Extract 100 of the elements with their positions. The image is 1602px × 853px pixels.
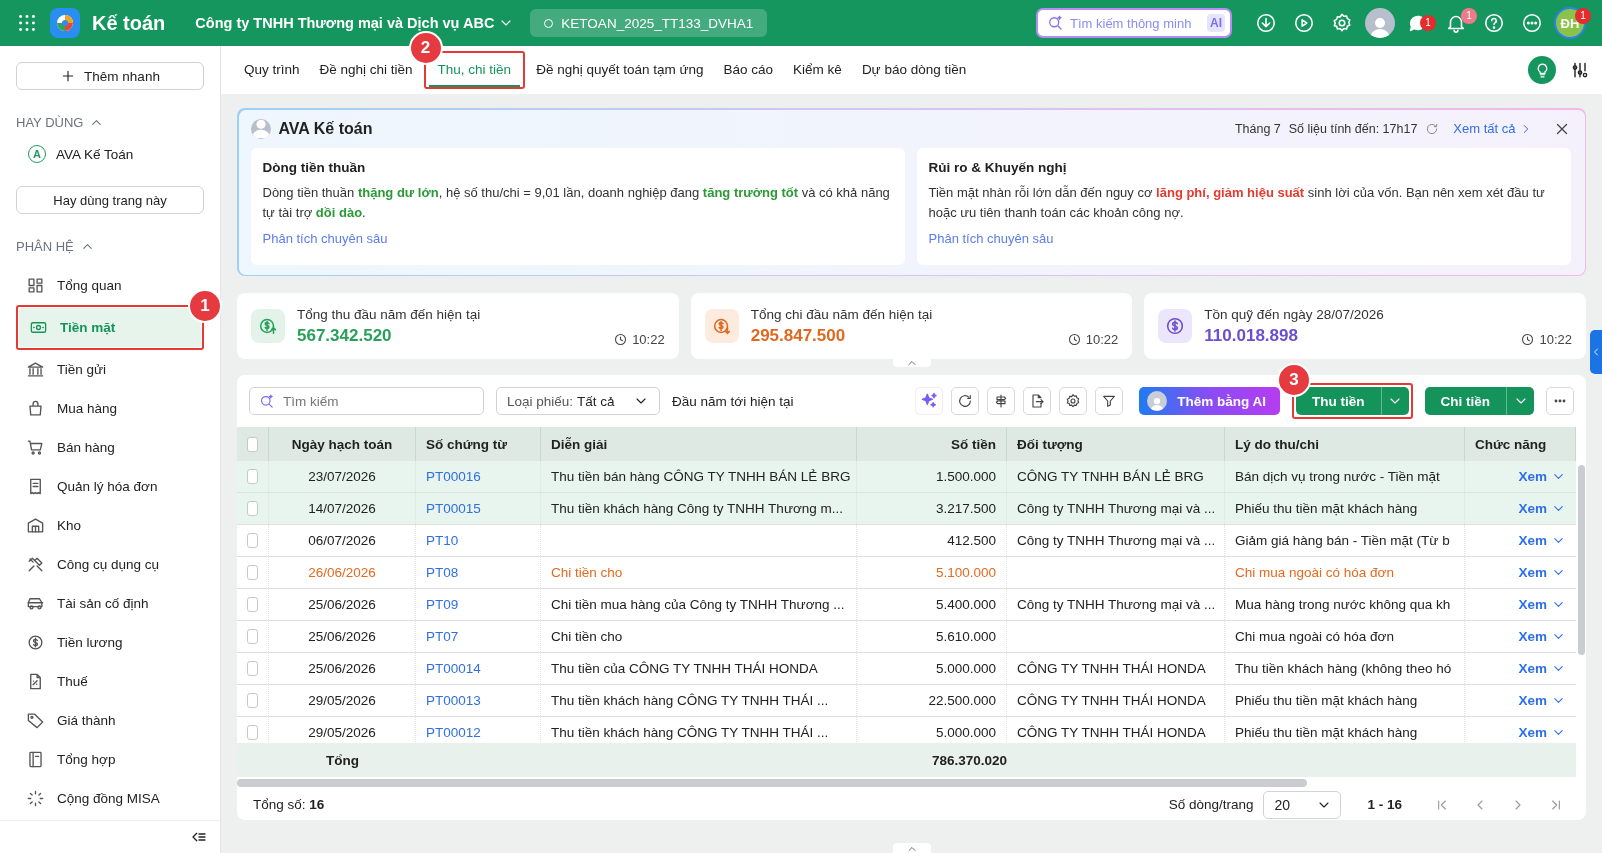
table-cell: Bán dịch vụ trong nước - Tiền mặt	[1225, 461, 1465, 492]
side-panel-toggle[interactable]	[1590, 330, 1602, 374]
search-icon	[1046, 14, 1064, 32]
view-all-link[interactable]: Xem tất cả	[1453, 121, 1533, 136]
search-field[interactable]: Tìm kiếm	[249, 387, 484, 415]
total-count: Tổng số: 16	[253, 797, 325, 812]
quick-add-button[interactable]: Thêm nhanh	[16, 62, 204, 90]
view-button[interactable]: Xem	[1518, 597, 1566, 612]
sidebar-item[interactable]: Tiền mặt	[19, 308, 201, 347]
tab[interactable]: Báo cáo	[714, 53, 783, 87]
row-checkbox[interactable]	[247, 597, 258, 612]
pay-button[interactable]: Chi tiền	[1424, 387, 1506, 415]
page-size-select[interactable]: 20	[1263, 790, 1342, 819]
sidebar-item[interactable]: Kho	[16, 506, 92, 545]
voucher-type-dropdown[interactable]: Loại phiếu: Tất cả	[496, 387, 660, 415]
voucher-link[interactable]: PT00013	[416, 685, 541, 716]
tab[interactable]: Đề nghị quyết toán tạm ứng	[527, 53, 713, 87]
smart-search-field[interactable]: Tìm kiếm thông minh AI	[1036, 8, 1232, 38]
row-checkbox[interactable]	[247, 725, 258, 740]
chat-button[interactable]: 1	[1400, 5, 1436, 41]
database-chip[interactable]: KETOAN_2025_TT133_DVHA1	[530, 9, 768, 37]
tab[interactable]: Kiểm kê	[784, 53, 851, 87]
analysis-link[interactable]: Phân tích chuyên sâu	[928, 230, 1054, 246]
voucher-link[interactable]: PT07	[416, 621, 541, 652]
view-button[interactable]: Xem	[1518, 693, 1566, 708]
table-row[interactable]: 29/05/2026 PT00013 Thu tiền khách hàng CÔNG TY TNHH THÁI ... 22.500.000 CÔNG TY TNHH THÁI HONDA Phiếu thu tiền mặt khách hàng Xem	[237, 685, 1576, 717]
table-cell: 412.500	[857, 525, 1007, 556]
vertical-scrollbar[interactable]	[1577, 465, 1585, 655]
receive-button[interactable]: Thu tiền	[1296, 387, 1381, 415]
view-button[interactable]: Xem	[1518, 661, 1566, 676]
table-row[interactable]: 25/06/2026 PT07 Chi tiền cho 5.610.000 Chi mua ngoài có hóa đơn Xem	[237, 621, 1576, 653]
voucher-link[interactable]: PT00015	[416, 493, 541, 524]
sidebar-item[interactable]: Cộng đồng MISA	[16, 779, 170, 818]
sidebar-item[interactable]: Mua hàng	[16, 389, 128, 428]
row-checkbox[interactable]	[247, 501, 258, 516]
table-row[interactable]: 06/07/2026 PT10 412.500 Công ty TNHH Thương mại và ... Giảm giá hàng bán - Tiền mặt (Từ b Xem	[237, 525, 1576, 557]
sidebar-item[interactable]: Giá thành	[16, 701, 126, 740]
voucher-link[interactable]: PT08	[416, 557, 541, 588]
export-button[interactable]	[1023, 387, 1052, 415]
sidebar-item[interactable]: Tổng quan	[16, 266, 132, 305]
pin-page-button[interactable]: Hay dùng trang này	[16, 186, 204, 214]
sidebar-item[interactable]: Công cụ dụng cụ	[16, 545, 170, 584]
voucher-link[interactable]: PT00014	[416, 653, 541, 684]
tips-button[interactable]	[1528, 56, 1556, 84]
voucher-link[interactable]: PT10	[416, 525, 541, 556]
view-button[interactable]: Xem	[1518, 629, 1566, 644]
table-row[interactable]: 23/07/2026 PT00016 Thu tiền bán hàng CÔNG TY TNHH BÁN LẺ BRG 1.500.000 CÔNG TY TNHH BÁN LẺ BRG Bán dịch vụ trong nước - Tiền mặt Xem	[237, 461, 1576, 493]
analysis-link[interactable]: Phân tích chuyên sâu	[262, 230, 388, 246]
settings-button[interactable]	[1059, 387, 1088, 415]
sidebar-item[interactable]: Quản lý hóa đơn	[16, 467, 168, 506]
ai-assist-button[interactable]	[915, 387, 944, 415]
sidebar-item[interactable]: Tài sản cố định	[16, 584, 159, 623]
refresh-button[interactable]	[951, 387, 980, 415]
sidebar-item[interactable]: Tiền lương	[16, 623, 133, 662]
row-checkbox[interactable]	[247, 469, 258, 484]
horizontal-scrollbar[interactable]	[237, 779, 1307, 787]
section-title: PHÂN HỆ	[16, 238, 74, 254]
view-button[interactable]: Xem	[1518, 533, 1566, 548]
view-button[interactable]: Xem	[1518, 469, 1566, 484]
sidebar-item[interactable]: Thuế	[16, 662, 98, 701]
add-with-ai-button[interactable]: Thêm bằng AI	[1139, 387, 1280, 415]
row-checkbox[interactable]	[247, 565, 258, 580]
filter-icon	[1101, 393, 1118, 409]
voucher-link[interactable]: PT00016	[416, 461, 541, 492]
notification-button[interactable]: 1	[1438, 5, 1474, 41]
select-all-checkbox[interactable]	[247, 436, 258, 452]
table-row[interactable]: 25/06/2026 PT00014 Thu tiền của CÔNG TY TNHH THÁI HONDA 5.000.000 CÔNG TY TNHH THÁI HONDA Thu tiền khách hàng (không theo hó Xem	[237, 653, 1576, 685]
row-checkbox[interactable]	[247, 693, 258, 708]
favorite-item[interactable]: A AVA Kế Toán	[16, 134, 204, 174]
step-badge: 1	[188, 289, 222, 323]
voucher-link[interactable]: PT09	[416, 589, 541, 620]
more-button[interactable]	[1546, 387, 1574, 415]
avatar[interactable]	[1365, 8, 1395, 38]
filter-button[interactable]	[1095, 387, 1124, 415]
tab[interactable]: Quy trình	[235, 53, 309, 87]
collapse-tab[interactable]	[892, 357, 931, 367]
view-button[interactable]: Xem	[1518, 501, 1566, 516]
view-button[interactable]: Xem	[1518, 565, 1566, 580]
pay-menu-button[interactable]	[1506, 387, 1534, 415]
receive-menu-button[interactable]	[1380, 387, 1409, 415]
table-row[interactable]: 14/07/2026 PT00015 Thu tiền khách hàng Công ty TNHH Thương m... 3.217.500 Công ty TNHH Thương mại và ... Phiếu thu tiền mặt khách hàng Xem	[237, 493, 1576, 525]
refresh-button[interactable]	[1425, 121, 1440, 136]
customize-button[interactable]	[1570, 60, 1590, 80]
sidebar-item[interactable]: Tổng hợp	[16, 740, 126, 779]
app-logo[interactable]	[50, 8, 80, 38]
signpost-button[interactable]	[987, 387, 1016, 415]
row-checkbox[interactable]	[247, 629, 258, 644]
table-row[interactable]: 25/06/2026 PT09 Chi tiền mua hàng của Công ty TNHH Thương ... 5.400.000 Công ty TNHH Thương mại và ... Mua hàng trong nước không qua kh Xem	[237, 589, 1576, 621]
company-selector[interactable]: Công ty TNHH Thương mại và Dịch vụ ABC	[195, 15, 515, 31]
row-checkbox[interactable]	[247, 661, 258, 676]
sidebar-item[interactable]: Bán hàng	[16, 428, 125, 467]
tab[interactable]: Dự báo dòng tiền	[852, 53, 976, 87]
row-checkbox[interactable]	[247, 533, 258, 548]
search-input[interactable]: Tìm kiếm	[281, 392, 475, 410]
sidebar-item[interactable]: Tiền gửi	[16, 350, 117, 389]
help-icon	[1483, 12, 1505, 34]
view-button[interactable]: Xem	[1518, 725, 1566, 740]
table-cell: Thu tiền khách hàng (không theo hó	[1225, 653, 1465, 684]
expand-tab[interactable]	[892, 843, 931, 853]
table-row[interactable]: 26/06/2026 PT08 Chi tiền cho 5.100.000 Chi mua ngoài có hóa đơn Xem	[237, 557, 1576, 589]
